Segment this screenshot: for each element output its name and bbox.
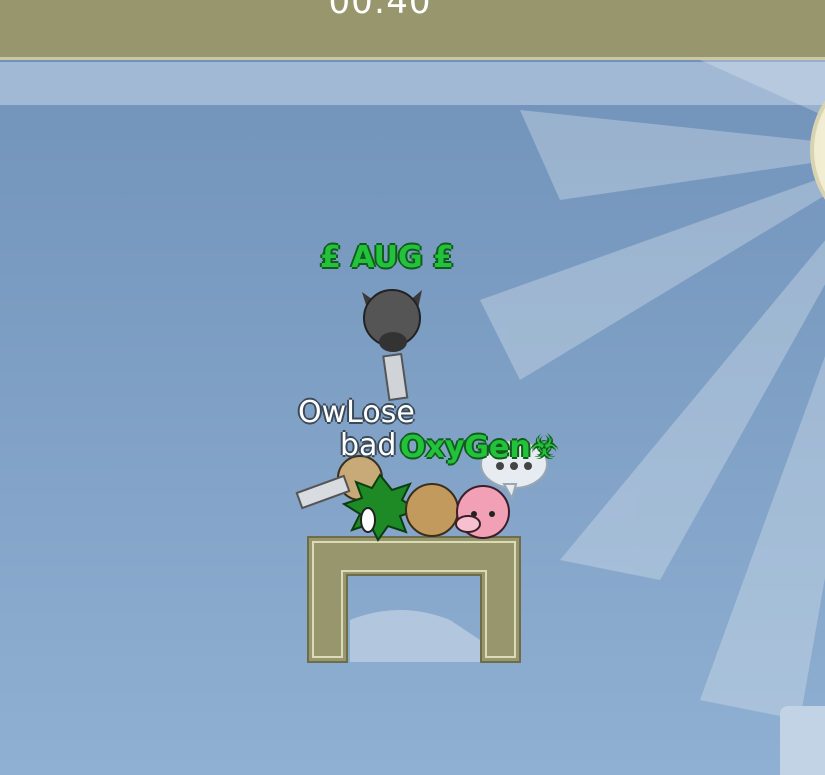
round-timer-bar: 00:40 [0, 0, 825, 60]
player-pink-character [455, 485, 510, 539]
distant-haze-band [0, 62, 825, 105]
player-name-bad: bad [340, 428, 397, 463]
player-name-oxygen: OxyGen☣ [400, 430, 558, 465]
player-name-aug: £ AUG £ [320, 240, 454, 275]
player-tan-character [405, 483, 459, 537]
distant-block [780, 706, 825, 775]
round-timer: 00:40 [328, 0, 432, 22]
player-name-owlose: OwLose [298, 395, 415, 430]
game-scene [0, 0, 825, 775]
